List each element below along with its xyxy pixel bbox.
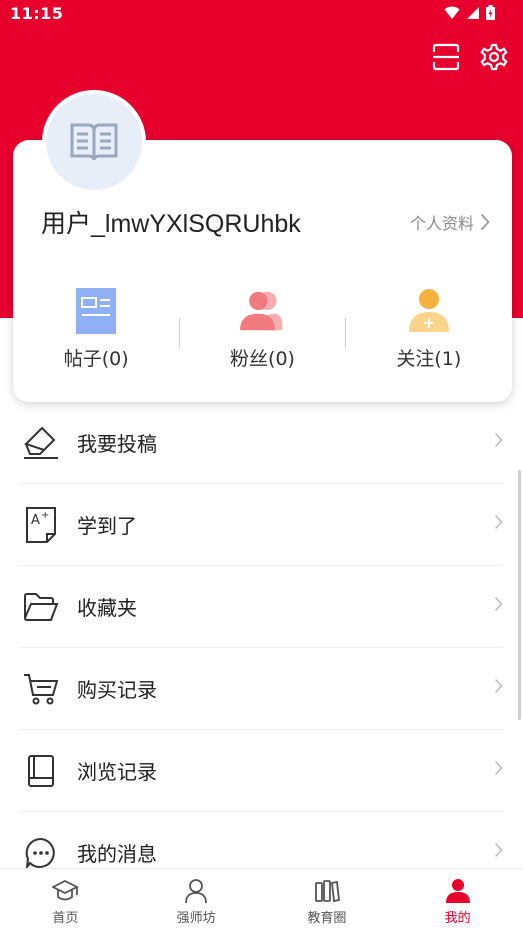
- person-icon: [182, 877, 210, 905]
- tab-mine[interactable]: 我的: [392, 869, 523, 933]
- profile-icon: [444, 877, 472, 905]
- menu-item-label: 我要投稿: [77, 432, 157, 456]
- chevron-right-icon: [494, 432, 503, 448]
- book-icon: [70, 123, 118, 161]
- scrollbar[interactable]: [518, 470, 521, 720]
- scan-icon: [432, 43, 460, 71]
- stat-follow-label: 关注(1): [396, 348, 462, 370]
- wifi-icon: [444, 6, 460, 19]
- svg-text:+: +: [41, 510, 49, 521]
- chevron-right-icon: [494, 514, 503, 530]
- tab-teachers[interactable]: 强师坊: [131, 869, 262, 933]
- learned-icon: A +: [20, 504, 62, 546]
- cart-icon: [20, 668, 62, 710]
- tab-label: 教育圈: [307, 911, 347, 926]
- book-history-icon: [20, 750, 62, 792]
- svg-text:A: A: [31, 513, 40, 528]
- folder-icon: [20, 586, 62, 628]
- graduation-cap-icon: [51, 877, 79, 905]
- battery-icon: [486, 5, 495, 20]
- menu-item-learned[interactable]: A + 学到了: [20, 484, 503, 566]
- stat-fans[interactable]: 粉丝(0): [179, 288, 345, 378]
- bottom-tab-bar: 首页 强师坊 教育圈 我的: [0, 868, 523, 933]
- menu-item-history[interactable]: 浏览记录: [20, 730, 503, 812]
- status-time: 11:15: [10, 4, 64, 23]
- chevron-right-icon: [494, 842, 503, 858]
- menu-list: 我要投稿 A + 学到了 收藏夹 购买记录 浏览记录 我的消息: [20, 402, 503, 893]
- edit-icon: [20, 422, 62, 464]
- profile-link-label: 个人资料: [409, 214, 474, 233]
- chevron-right-icon: [494, 760, 503, 776]
- menu-item-label: 购买记录: [77, 678, 157, 702]
- menu-item-submit[interactable]: 我要投稿: [20, 402, 503, 484]
- menu-item-label: 我的消息: [77, 842, 157, 866]
- stat-posts[interactable]: 帖子(0): [13, 288, 179, 378]
- menu-item-favorites[interactable]: 收藏夹: [20, 566, 503, 648]
- stat-posts-label: 帖子(0): [63, 348, 129, 370]
- profile-link[interactable]: 个人资料: [410, 210, 490, 234]
- top-actions: [431, 42, 509, 72]
- chevron-right-icon: [494, 678, 503, 694]
- books-icon: [313, 877, 341, 905]
- tab-label: 我的: [444, 911, 471, 926]
- follow-icon: [407, 288, 451, 334]
- tab-label: 首页: [52, 911, 79, 926]
- signal-icon: [467, 6, 479, 19]
- avatar[interactable]: [42, 90, 146, 194]
- stat-divider: [345, 318, 346, 348]
- chevron-right-icon: [494, 596, 503, 612]
- stat-follow[interactable]: 关注(1): [346, 288, 512, 378]
- gear-icon: [480, 43, 508, 71]
- settings-button[interactable]: [479, 42, 509, 72]
- tab-education[interactable]: 教育圈: [262, 869, 393, 933]
- chevron-right-icon: [480, 213, 490, 231]
- stats-row: 帖子(0) 粉丝(0) 关注(1): [13, 288, 512, 378]
- status-bar: 11:15: [0, 0, 523, 28]
- menu-item-label: 浏览记录: [77, 760, 157, 784]
- stat-fans-label: 粉丝(0): [230, 348, 295, 370]
- menu-item-label: 学到了: [77, 514, 137, 538]
- menu-item-label: 收藏夹: [77, 596, 137, 620]
- tab-label: 强师坊: [176, 911, 216, 926]
- posts-icon: [74, 288, 118, 334]
- menu-item-purchases[interactable]: 购买记录: [20, 648, 503, 730]
- tab-home[interactable]: 首页: [0, 869, 131, 933]
- status-icons: [444, 5, 495, 20]
- username: 用户_lmwYXlSQRUhbk: [41, 210, 301, 238]
- fans-icon: [240, 288, 284, 334]
- scan-button[interactable]: [431, 42, 461, 72]
- stat-divider: [179, 318, 180, 348]
